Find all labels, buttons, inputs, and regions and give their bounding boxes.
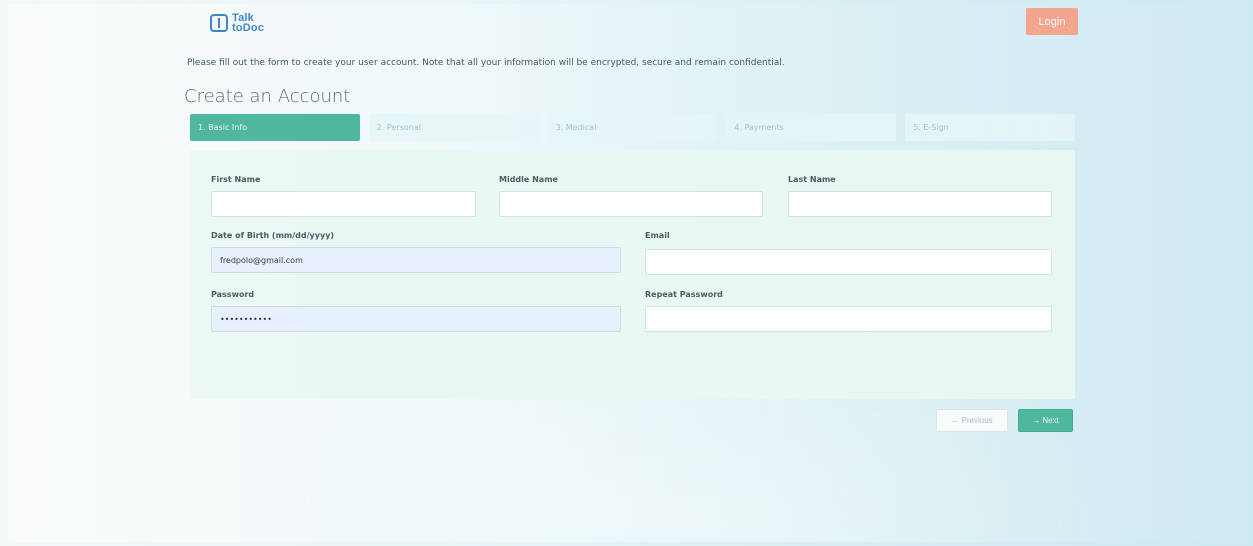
email-label: Email (645, 231, 670, 240)
repeat-password-label: Repeat Password (645, 290, 723, 299)
intro-text: Please fill out the form to create your … (187, 58, 785, 68)
repeat-password-input[interactable] (645, 306, 1052, 332)
logo-text: Talk toDoc (232, 13, 265, 34)
tab-basic-info[interactable]: 1. Basic Info (190, 114, 360, 141)
tab-personal[interactable]: 2. Personal (368, 114, 539, 141)
email-input[interactable] (645, 249, 1052, 275)
logo-icon (210, 14, 228, 32)
tab-e-sign[interactable]: 5. E-Sign (905, 114, 1075, 141)
tab-medical[interactable]: 3. Medical (547, 114, 718, 141)
logo[interactable]: Talk toDoc (210, 10, 270, 36)
first-name-label: First Name (211, 175, 261, 184)
login-button[interactable]: Login (1026, 8, 1078, 35)
step-tabs: 1. Basic Info 2. Personal 3. Medical 4. … (190, 114, 1075, 141)
previous-button[interactable]: ← Previous (936, 409, 1008, 432)
next-button[interactable]: → Next (1018, 409, 1073, 432)
last-name-input[interactable] (788, 191, 1052, 217)
password-label: Password (211, 290, 255, 299)
dob-label: Date of Birth (mm/dd/yyyy) (211, 231, 335, 240)
first-name-input[interactable] (211, 191, 476, 217)
dob-input[interactable]: fredpolo@gmail.com (211, 247, 621, 273)
middle-name-label: Middle Name (499, 175, 558, 184)
middle-name-input[interactable] (499, 191, 763, 217)
logo-line-2: toDoc (232, 22, 265, 34)
last-name-label: Last Name (788, 175, 836, 184)
tab-payments[interactable]: 4. Payments (726, 114, 897, 141)
page-title: Create an Account (184, 86, 351, 107)
password-input[interactable]: ••••••••••• (211, 306, 621, 332)
